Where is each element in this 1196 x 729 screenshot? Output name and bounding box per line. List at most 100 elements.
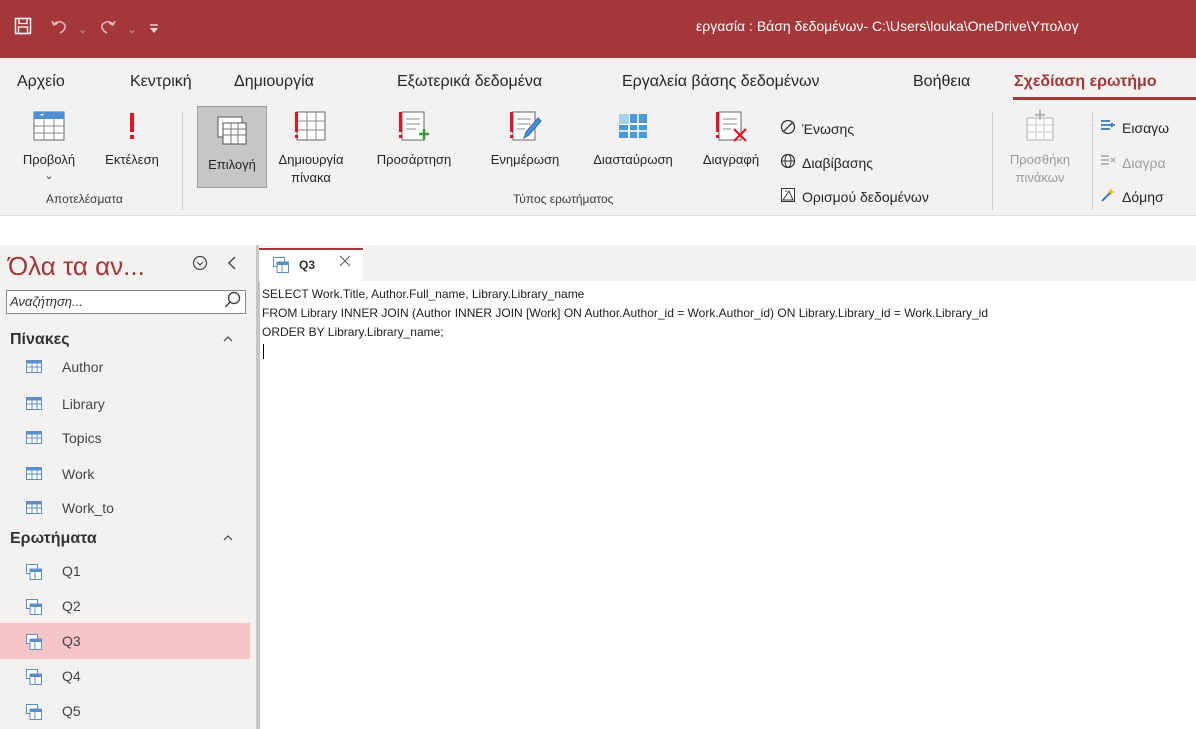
crosstab-button[interactable]: Διασταύρωση xyxy=(576,110,690,169)
quick-access-toolbar: ⌄ ⌄ xyxy=(14,0,170,58)
query-icon xyxy=(26,634,42,653)
nav-item-query-q1[interactable]: Q1 xyxy=(0,553,250,589)
group-divider xyxy=(182,112,183,210)
nav-item-label: Work_to xyxy=(62,500,114,516)
chevron-up-icon[interactable] xyxy=(222,331,234,347)
tab-file[interactable]: Αρχείο xyxy=(17,73,65,91)
pass-through-label: Διαβίβασης xyxy=(802,154,874,171)
nav-item-query-q4[interactable]: Q4 xyxy=(0,658,250,694)
delete-query-icon xyxy=(714,110,748,145)
collapse-pane-icon[interactable] xyxy=(226,255,238,276)
datasheet-view-icon xyxy=(32,110,66,145)
nav-item-label: Topics xyxy=(62,430,102,446)
magic-wand-icon xyxy=(1100,187,1116,206)
select-query-icon xyxy=(216,115,248,150)
chevron-up-icon[interactable] xyxy=(222,530,234,546)
nav-menu-dropdown-icon[interactable] xyxy=(192,255,208,276)
run-button[interactable]: Εκτέλεση xyxy=(90,110,174,169)
navigation-pane: Όλα τα αν... Αναζήτηση... Πίνακες Author… xyxy=(0,245,259,729)
tab-database-tools[interactable]: Εργαλεία βάσης δεδομένων xyxy=(622,73,819,91)
nav-item-table-topics[interactable]: Topics xyxy=(0,420,250,456)
nav-item-label: Q5 xyxy=(62,703,81,719)
nav-item-label: Q4 xyxy=(62,668,81,684)
nav-item-query-q3[interactable]: Q3 xyxy=(0,623,250,659)
select-label: Επιλογή xyxy=(208,157,256,172)
nav-item-label: Author xyxy=(62,359,104,375)
tab-home[interactable]: Κεντρική xyxy=(130,73,192,91)
chevron-down-icon: ⌄ xyxy=(44,170,54,182)
redo-dropdown-icon[interactable]: ⌄ xyxy=(127,23,136,36)
add-tables-button[interactable]: Προσθήκη πινάκων xyxy=(1003,110,1077,187)
exclamation-icon xyxy=(122,110,142,145)
make-table-button[interactable]: Δημιουργία πίνακα xyxy=(266,110,356,187)
update-button[interactable]: Ενημέρωση xyxy=(475,110,575,169)
document-tab-strip: Q3 xyxy=(259,245,1196,283)
query-icon xyxy=(273,257,289,278)
active-tab-indicator xyxy=(1013,97,1196,100)
delete-rows-button[interactable]: Διαγρα xyxy=(1100,153,1166,172)
update-label: Ενημέρωση xyxy=(490,152,560,167)
nav-search-box[interactable]: Αναζήτηση... xyxy=(6,290,246,314)
insert-rows-label: Εισαγω xyxy=(1122,119,1170,136)
window-title: εργασία : Βάση δεδομένων- C:\Users\louka… xyxy=(696,18,1079,34)
tab-external-data[interactable]: Εξωτερικά δεδομένα xyxy=(397,73,542,91)
nav-item-table-work-to[interactable]: Work_to xyxy=(0,490,250,526)
globe-icon xyxy=(780,153,796,172)
search-placeholder: Αναζήτηση... xyxy=(10,294,83,309)
nav-item-label: Library xyxy=(62,396,105,412)
redo-icon[interactable] xyxy=(99,18,117,41)
nav-item-table-author[interactable]: Author xyxy=(0,349,250,385)
close-icon[interactable] xyxy=(339,254,351,272)
undo-icon[interactable] xyxy=(50,18,68,41)
select-query-button[interactable]: Επιλογή xyxy=(197,106,267,188)
insert-rows-icon xyxy=(1100,118,1116,137)
nav-item-query-q5[interactable]: Q5 xyxy=(0,693,250,729)
table-icon xyxy=(26,431,42,447)
builder-button[interactable]: Δόμησ xyxy=(1100,187,1164,206)
update-query-icon xyxy=(508,110,542,145)
union-button[interactable]: Ένωσης xyxy=(780,119,854,138)
table-icon xyxy=(26,397,42,413)
delete-rows-icon xyxy=(1100,153,1116,172)
undo-dropdown-icon[interactable]: ⌄ xyxy=(78,23,87,36)
builder-label: Δόμησ xyxy=(1122,188,1164,205)
sql-text[interactable]: SELECT Work.Title, Author.Full_name, Lib… xyxy=(262,285,988,342)
save-icon[interactable] xyxy=(14,17,32,41)
tab-create[interactable]: Δημιουργία xyxy=(234,73,314,91)
nav-item-label: Q2 xyxy=(62,598,81,614)
delete-button[interactable]: Διαγραφή xyxy=(690,110,772,169)
delete-rows-label: Διαγρα xyxy=(1122,154,1166,171)
document-tab-label: Q3 xyxy=(299,258,316,272)
view-button[interactable]: Προβολή ⌄ xyxy=(6,110,92,182)
append-button[interactable]: Προσάρτηση xyxy=(364,110,464,169)
make-table-label: Δημιουργία πίνακα xyxy=(278,152,344,185)
crosstab-query-icon xyxy=(616,110,650,145)
insert-rows-button[interactable]: Εισαγω xyxy=(1100,118,1169,137)
query-icon xyxy=(26,704,42,723)
table-icon xyxy=(26,467,42,483)
customize-icon[interactable] xyxy=(148,21,160,37)
search-icon[interactable] xyxy=(224,291,242,314)
queries-section-header[interactable]: Ερωτήματα xyxy=(10,530,97,548)
nav-item-table-work[interactable]: Work xyxy=(0,456,250,492)
query-icon xyxy=(26,564,42,583)
nav-item-table-library[interactable]: Library xyxy=(0,386,250,422)
query-type-group-label: Τύπος ερωτήματος xyxy=(513,192,614,206)
nav-pane-title[interactable]: Όλα τα αν... xyxy=(8,251,145,282)
group-divider xyxy=(1092,112,1093,210)
tab-query-design[interactable]: Σχεδίαση ερωτήμο xyxy=(1014,73,1157,91)
sql-editor[interactable]: SELECT Work.Title, Author.Full_name, Lib… xyxy=(259,281,1196,729)
table-icon xyxy=(26,360,42,376)
data-definition-button[interactable]: Ορισμού δεδομένων xyxy=(780,187,929,206)
tables-section-header[interactable]: Πίνακες xyxy=(10,331,70,349)
tab-help[interactable]: Βοήθεια xyxy=(913,73,970,91)
run-label: Εκτέλεση xyxy=(105,152,159,167)
union-label: Ένωσης xyxy=(802,120,855,137)
pass-through-button[interactable]: Διαβίβασης xyxy=(780,153,873,172)
crosstab-label: Διασταύρωση xyxy=(593,152,673,167)
sql-line: SELECT Work.Title, Author.Full_name, Lib… xyxy=(262,287,585,301)
text-caret xyxy=(263,344,264,359)
document-tab-q3[interactable]: Q3 xyxy=(259,248,363,283)
sql-line: FROM Library INNER JOIN (Author INNER JO… xyxy=(262,306,989,320)
nav-item-query-q2[interactable]: Q2 xyxy=(0,588,250,624)
